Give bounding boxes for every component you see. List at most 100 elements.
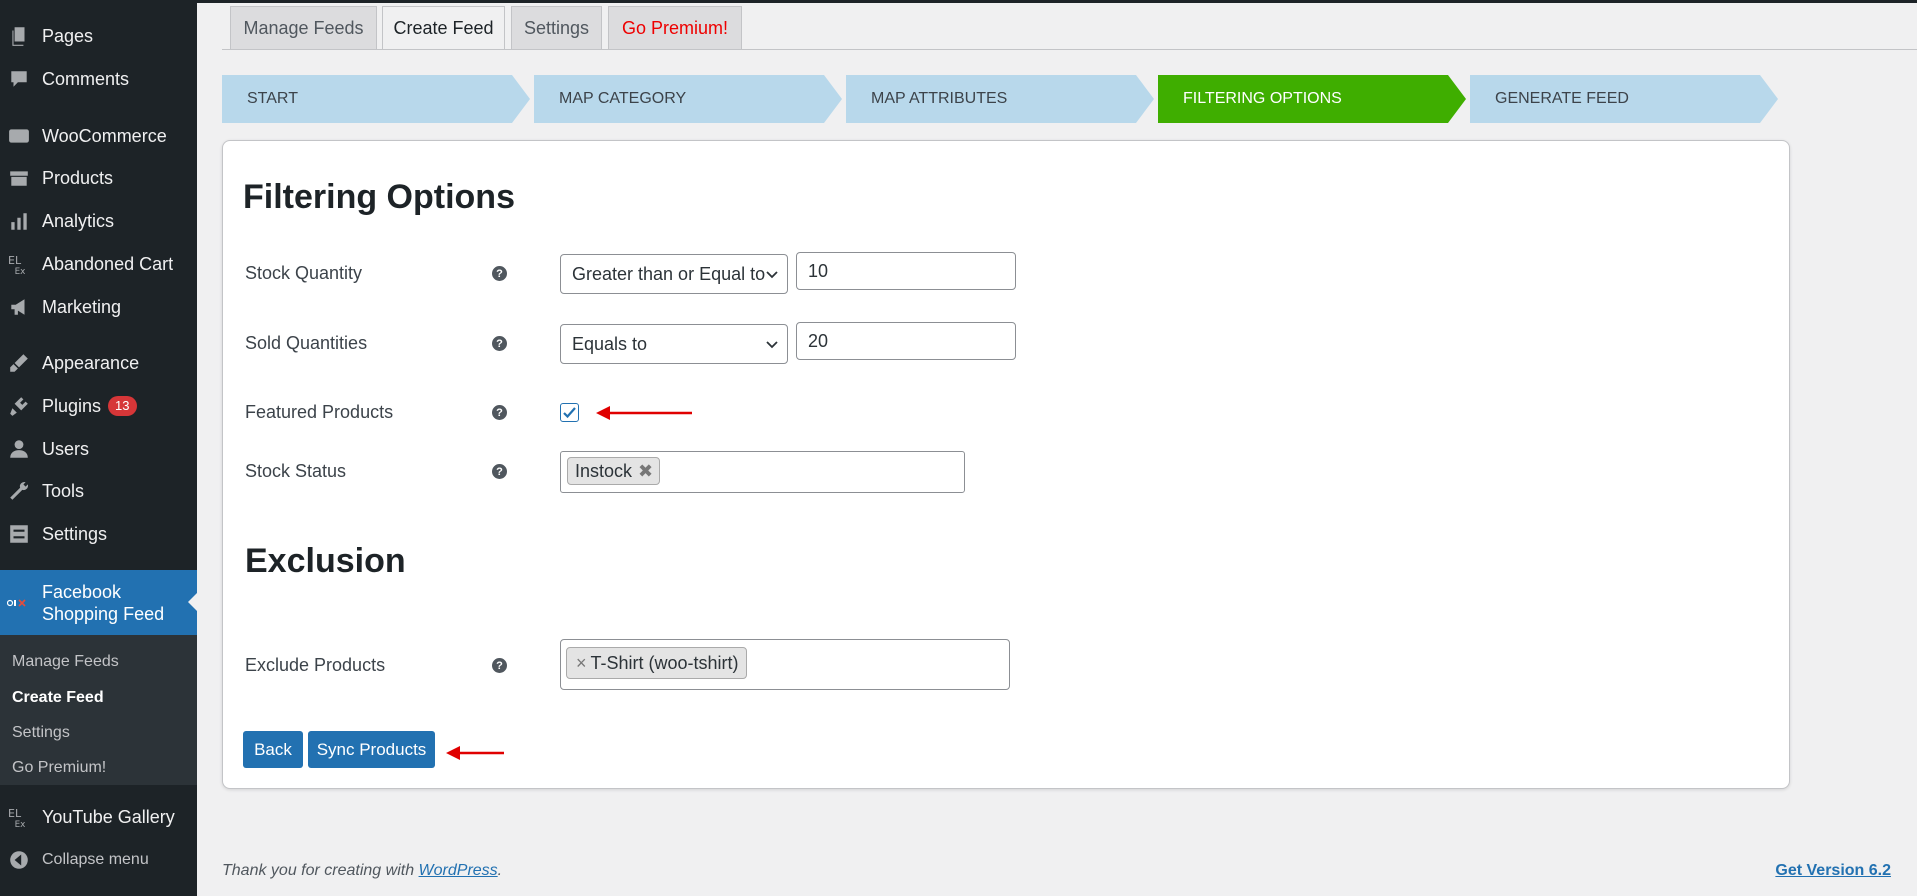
- elex-icon: EL Ex: [7, 806, 31, 828]
- facebook-feed-submenu: Manage Feeds Create Feed Settings Go Pre…: [0, 635, 197, 785]
- stock-quantity-label: Stock Quantity: [245, 263, 363, 283]
- sidebar-item-plugins[interactable]: Plugins 13: [0, 386, 197, 426]
- step-map-category: MAP CATEGORY: [534, 75, 842, 123]
- submenu-create-feed[interactable]: Create Feed: [12, 689, 104, 707]
- svg-text:EL: EL: [8, 807, 22, 820]
- sidebar-item-youtube-gallery[interactable]: EL Ex YouTube Gallery: [0, 797, 197, 837]
- featured-products-checkbox[interactable]: [560, 403, 579, 422]
- back-button[interactable]: Back: [243, 731, 303, 768]
- step-start: START: [222, 75, 530, 123]
- wordpress-link[interactable]: WordPress: [419, 862, 498, 879]
- comments-icon: [7, 68, 31, 90]
- sidebar-item-settings[interactable]: Settings: [0, 514, 197, 554]
- sidebar-item-label: Comments: [42, 68, 130, 89]
- svg-text:Ex: Ex: [15, 820, 26, 828]
- sidebar-item-label: Marketing: [42, 296, 122, 317]
- step-map-attributes: MAP ATTRIBUTES: [846, 75, 1154, 123]
- step-generate-feed: GENERATE FEED: [1470, 75, 1778, 123]
- sidebar-item-marketing[interactable]: Marketing: [0, 287, 197, 327]
- exclusion-heading: Exclusion: [245, 542, 406, 580]
- tab-manage-feeds[interactable]: Manage Feeds: [230, 6, 377, 50]
- sold-quantities-input[interactable]: 20: [796, 322, 1016, 360]
- sidebar-item-appearance[interactable]: Appearance: [0, 343, 197, 383]
- admin-sidebar: Pages Comments WooCommerce Products Anal…: [0, 0, 197, 896]
- stock-status-label: Stock Status: [245, 461, 347, 481]
- featured-products-help-icon[interactable]: ?: [492, 405, 507, 420]
- woocommerce-icon: [7, 125, 31, 147]
- stock-status-help-icon[interactable]: ?: [492, 464, 507, 479]
- submenu-manage-feeds[interactable]: Manage Feeds: [12, 653, 119, 671]
- token-label: Instock: [575, 460, 633, 481]
- sidebar-item-woocommerce[interactable]: WooCommerce: [0, 116, 197, 156]
- admin-bar-edge: [197, 0, 1917, 3]
- svg-text:EL: EL: [8, 254, 22, 267]
- sidebar-item-analytics[interactable]: Analytics: [0, 201, 197, 241]
- sidebar-item-pages[interactable]: Pages: [0, 16, 197, 56]
- settings-icon: [7, 523, 31, 545]
- svg-text:Ex: Ex: [15, 267, 26, 275]
- elex-logo-icon: [7, 598, 31, 608]
- sidebar-item-tools[interactable]: Tools: [0, 471, 197, 511]
- tab-create-feed[interactable]: Create Feed: [382, 6, 505, 50]
- chevron-down-icon: [766, 341, 778, 349]
- sidebar-item-label: Appearance: [42, 352, 140, 373]
- tab-settings[interactable]: Settings: [511, 6, 602, 50]
- footer-thanks: Thank you for creating with WordPress.: [222, 862, 502, 880]
- sidebar-item-comments[interactable]: Comments: [0, 59, 197, 99]
- tab-bar-divider: [222, 49, 1917, 50]
- remove-token-icon[interactable]: ✖: [638, 461, 653, 482]
- sidebar-item-label: Abandoned Cart: [42, 253, 174, 274]
- footer-thanks-suffix: .: [497, 862, 503, 879]
- sidebar-item-label: Tools: [42, 480, 85, 501]
- tab-go-premium[interactable]: Go Premium!: [608, 6, 742, 50]
- get-version-link[interactable]: Get Version 6.2: [1775, 862, 1891, 880]
- sold-quantities-help-icon[interactable]: ?: [492, 336, 507, 351]
- megaphone-icon: [7, 296, 31, 318]
- stock-status-token: Instock ✖: [567, 457, 661, 485]
- sidebar-item-label: Facebook Shopping Feed: [42, 581, 165, 624]
- annotation-arrow-icon: [446, 746, 504, 760]
- chevron-down-icon: [766, 271, 778, 279]
- remove-token-icon[interactable]: ×: [576, 653, 587, 674]
- sold-quantities-label: Sold Quantities: [245, 333, 368, 353]
- checkmark-icon: [563, 407, 576, 419]
- collapse-menu-label: Collapse menu: [42, 851, 149, 868]
- filter-options-card: [222, 140, 1790, 789]
- sidebar-item-label: Analytics: [42, 210, 115, 231]
- plugins-update-badge: 13: [108, 396, 137, 416]
- featured-products-label: Featured Products: [245, 402, 394, 422]
- wrench-icon: [7, 480, 31, 502]
- exclude-products-label: Exclude Products: [245, 655, 386, 675]
- sidebar-item-label: Settings: [42, 523, 108, 544]
- sidebar-item-label: WooCommerce: [42, 125, 167, 146]
- sidebar-item-facebook-shopping-feed[interactable]: Facebook Shopping Feed: [0, 570, 197, 635]
- paintbrush-icon: [7, 352, 31, 374]
- annotation-arrow-icon: [596, 406, 692, 420]
- stock-quantity-input[interactable]: 10: [796, 252, 1016, 290]
- sync-products-button[interactable]: Sync Products: [308, 731, 435, 768]
- sidebar-item-label: Products: [42, 167, 114, 188]
- plugin-icon: [7, 395, 31, 417]
- analytics-icon: [7, 210, 31, 232]
- sidebar-item-abandoned-cart[interactable]: EL Ex Abandoned Cart: [0, 244, 197, 284]
- sidebar-item-users[interactable]: Users: [0, 429, 197, 469]
- step-label: MAP CATEGORY: [559, 90, 687, 107]
- submenu-settings[interactable]: Settings: [12, 724, 70, 742]
- step-filtering-options: FILTERING OPTIONS: [1158, 75, 1466, 123]
- collapse-icon: [7, 849, 31, 871]
- select-value: Equals to: [572, 333, 648, 354]
- pages-icon: [7, 25, 31, 47]
- sold-quantities-operator-select[interactable]: Equals to: [560, 324, 788, 364]
- collapse-menu-button[interactable]: Collapse menu: [0, 840, 197, 880]
- sidebar-item-label: Users: [42, 438, 90, 459]
- stock-quantity-operator-select[interactable]: Greater than or Equal to: [560, 254, 788, 294]
- sidebar-item-products[interactable]: Products: [0, 158, 197, 198]
- elex-icon: EL Ex: [7, 253, 31, 275]
- users-icon: [7, 438, 31, 460]
- submenu-go-premium[interactable]: Go Premium!: [12, 759, 106, 777]
- exclude-products-help-icon[interactable]: ?: [492, 658, 507, 673]
- stock-quantity-help-icon[interactable]: ?: [492, 266, 507, 281]
- products-icon: [7, 167, 31, 189]
- step-label: START: [247, 90, 298, 107]
- sidebar-item-label: YouTube Gallery: [42, 806, 175, 827]
